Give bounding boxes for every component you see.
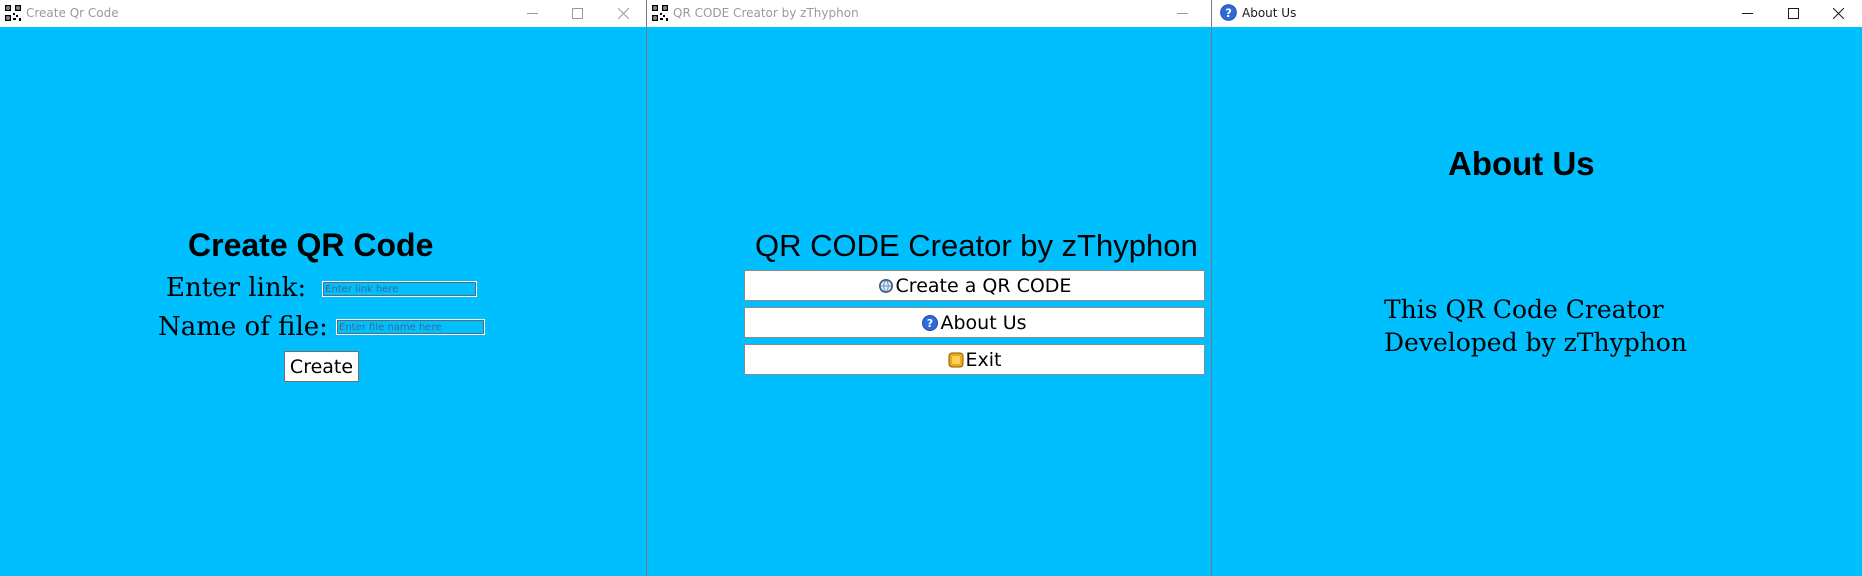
create-qr-button[interactable]: Create a QR CODE — [744, 270, 1205, 301]
window-title: Create Qr Code — [26, 6, 119, 20]
create-button[interactable]: Create — [284, 351, 359, 382]
close-button[interactable] — [1816, 0, 1861, 27]
create-qr-window: Create Qr Code Create QR Code Enter link… — [0, 0, 646, 576]
qr-app-icon — [652, 5, 668, 21]
about-us-window: ? About Us About Us This QR Code Creator… — [1212, 0, 1862, 576]
page-title: Create QR Code — [188, 227, 434, 263]
close-icon — [1833, 8, 1844, 19]
maximize-button[interactable] — [1771, 0, 1816, 27]
window-title: About Us — [1242, 6, 1297, 20]
titlebar[interactable]: Create Qr Code — [0, 0, 646, 27]
help-icon: ? — [1220, 4, 1237, 21]
about-text-line-2: Developed by zThyphon — [1384, 328, 1687, 357]
page-title: QR CODE Creator by zThyphon — [755, 228, 1198, 263]
about-text-line-1: This QR Code Creator — [1384, 295, 1664, 324]
titlebar[interactable]: QR CODE Creator by zThyphon — [647, 0, 1211, 27]
link-input[interactable] — [322, 281, 477, 297]
minimize-icon — [1742, 13, 1753, 14]
svg-text:?: ? — [927, 317, 933, 330]
link-label: Enter link: — [166, 273, 307, 303]
exit-button[interactable]: Exit — [744, 344, 1205, 375]
create-qr-label: Create a QR CODE — [895, 274, 1072, 297]
help-icon: ? — [922, 314, 939, 331]
titlebar[interactable]: ? About Us — [1212, 0, 1862, 27]
window-content: QR CODE Creator by zThyphon Create a QR … — [647, 27, 1211, 576]
file-name-input[interactable] — [336, 319, 485, 335]
close-icon — [618, 8, 629, 19]
exit-label: Exit — [965, 348, 1002, 371]
window-content: Create QR Code Enter link: Name of file:… — [0, 27, 646, 576]
exit-icon — [948, 352, 963, 367]
maximize-icon — [1788, 8, 1799, 19]
minimize-button[interactable] — [510, 0, 555, 27]
minimize-icon — [527, 13, 538, 14]
window-title: QR CODE Creator by zThyphon — [673, 6, 859, 20]
about-us-label: About Us — [940, 311, 1027, 334]
minimize-button[interactable] — [1725, 0, 1770, 27]
maximize-button[interactable] — [555, 0, 600, 27]
window-content: About Us This QR Code Creator Developed … — [1212, 27, 1862, 576]
page-title: About Us — [1448, 145, 1595, 182]
minimize-icon — [1177, 13, 1188, 14]
minimize-button[interactable] — [1160, 0, 1205, 27]
qr-globe-icon — [878, 278, 893, 293]
file-name-label: Name of file: — [158, 312, 328, 342]
maximize-icon — [572, 8, 583, 19]
about-us-button[interactable]: ? About Us — [744, 307, 1205, 338]
svg-text:?: ? — [1225, 6, 1232, 20]
qr-app-icon — [5, 5, 21, 21]
main-menu-window: QR CODE Creator by zThyphon QR CODE Crea… — [647, 0, 1211, 576]
close-button[interactable] — [601, 0, 646, 27]
